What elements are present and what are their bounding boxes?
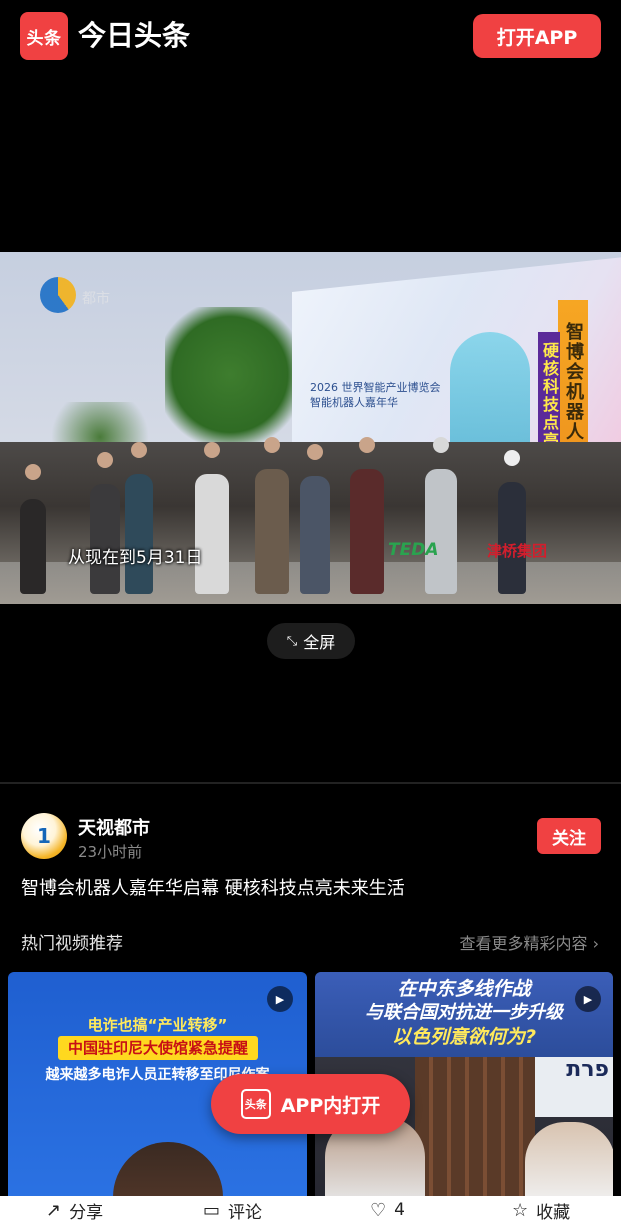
author-avatar[interactable]: 1 xyxy=(21,813,67,859)
recommend-header: 热门视频推荐 xyxy=(21,934,123,954)
card-presenter xyxy=(113,1142,223,1202)
bottom-action-bar: ↗ 分享 ▭ 评论 ♡ 4 ☆ 收藏 xyxy=(0,1196,621,1224)
video-caption: 从现在到5月31日 xyxy=(68,548,203,568)
card-bookshelf xyxy=(415,1057,535,1202)
crowd-person xyxy=(425,469,457,594)
crowd-person xyxy=(20,499,46,594)
crowd-person xyxy=(498,482,526,594)
favorite-label: 收藏 xyxy=(536,1202,571,1223)
fullscreen-button[interactable]: ⤡ 全屏 xyxy=(267,623,355,659)
billboard-line2: 智能机器人嘉年华 xyxy=(310,396,398,409)
post-time: 23小时前 xyxy=(78,843,143,861)
card-headline: 在中东多线作战 xyxy=(397,978,531,1000)
follow-button[interactable]: 关注 xyxy=(537,818,601,854)
jinqiao-sponsor-logo: 津桥集团 xyxy=(487,542,548,560)
see-more-link[interactable]: 查看更多精彩内容 › xyxy=(459,930,599,954)
crowd-person xyxy=(90,484,120,594)
comment-button[interactable]: ▭ 评论 xyxy=(203,1196,262,1224)
share-label: 分享 xyxy=(69,1202,104,1223)
favorite-button[interactable]: ☆ 收藏 xyxy=(512,1196,570,1224)
crowd-head xyxy=(359,437,375,453)
video-tree xyxy=(165,307,295,457)
crowd-head xyxy=(433,437,449,453)
chevron-right-icon: › xyxy=(592,934,599,953)
card-highlight: 中国驻印尼大使馆紧急提醒 xyxy=(58,1036,258,1060)
fullscreen-label: 全屏 xyxy=(303,633,336,652)
teda-sponsor-logo: TEDA xyxy=(388,540,439,560)
crowd-head xyxy=(204,442,220,458)
logo-text: 头条 xyxy=(26,28,62,49)
crowd-head xyxy=(131,442,147,458)
crowd-person xyxy=(195,474,229,594)
crowd-person xyxy=(255,469,289,594)
top-header: 头条 今日头条 打开APP xyxy=(0,0,621,72)
station-logo xyxy=(40,277,76,313)
star-icon: ☆ xyxy=(512,1199,529,1221)
toutiao-logo[interactable]: 头条 xyxy=(20,12,68,60)
crowd-person xyxy=(125,474,153,594)
share-icon: ↗ xyxy=(46,1199,62,1221)
crowd-head xyxy=(25,464,41,480)
section-divider xyxy=(0,782,621,784)
share-button[interactable]: ↗ 分享 xyxy=(46,1196,103,1224)
open-in-app-label: APP内打开 xyxy=(280,1094,381,1117)
card-subline: 与联合国对抗进一步升级 xyxy=(365,1002,563,1023)
billboard-text: 2026 世界智能产业博览会 智能机器人嘉年华 xyxy=(310,380,441,410)
heart-icon: ♡ xyxy=(370,1199,387,1221)
fullscreen-icon: ⤡ xyxy=(286,633,298,649)
article-title: 智博会机器人嘉年华启幕 硬核科技点亮未来生活 xyxy=(21,878,405,899)
card-headline: 电诈也搞“产业转移” xyxy=(87,1016,228,1034)
billboard-line1: 2026 世界智能产业博览会 xyxy=(310,381,441,394)
card-sign: פרת xyxy=(535,1057,613,1117)
card-highlight: 以色列意欲何为? xyxy=(391,1026,537,1048)
comment-icon: ▭ xyxy=(203,1199,221,1221)
crowd-head xyxy=(264,437,280,453)
comment-label: 评论 xyxy=(228,1202,263,1223)
like-count: 4 xyxy=(394,1200,405,1220)
open-app-button[interactable]: 打开APP xyxy=(473,14,601,58)
station-watermark: 都市 xyxy=(82,291,110,307)
play-icon: ▶ xyxy=(267,986,293,1012)
play-icon: ▶ xyxy=(575,986,601,1012)
like-button[interactable]: ♡ 4 xyxy=(370,1196,405,1224)
crowd-head xyxy=(504,450,520,466)
app-name: 今日头条 xyxy=(78,19,191,52)
card-person-right xyxy=(525,1122,613,1202)
crowd-head xyxy=(97,452,113,468)
open-in-app-button[interactable]: 头条 APP内打开 xyxy=(211,1074,410,1134)
video-player[interactable]: 2026 世界智能产业博览会 智能机器人嘉年华 智博会机器人嘉年华启幕 硬核科技… xyxy=(0,252,621,604)
crowd-head xyxy=(307,444,323,460)
crowd-person xyxy=(300,476,330,594)
toutiao-small-logo: 头条 xyxy=(240,1089,271,1119)
author-name[interactable]: 天视都市 xyxy=(78,814,150,840)
see-more-label: 查看更多精彩内容 xyxy=(459,934,588,953)
crowd-person xyxy=(350,469,384,594)
